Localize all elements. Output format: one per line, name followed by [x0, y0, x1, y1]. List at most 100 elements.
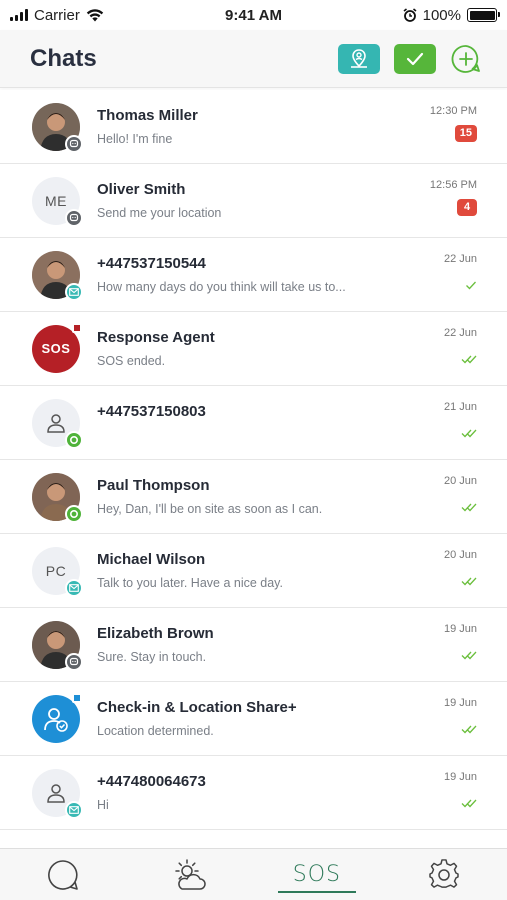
- avatar-wrapper: [32, 692, 82, 743]
- message-time: 19 Jun: [443, 622, 477, 635]
- message-preview: Hi: [97, 797, 109, 812]
- chat-meta: 21 Jun: [397, 399, 477, 447]
- message-preview: Location determined.: [97, 723, 214, 738]
- double-check-icon: [461, 351, 477, 363]
- contact-name: +447537150803: [97, 402, 206, 420]
- avatar-wrapper: [32, 768, 83, 819]
- tab-bar: SOS: [0, 848, 507, 900]
- tab-chats[interactable]: [13, 849, 113, 900]
- gear-icon: [428, 858, 459, 888]
- tab-weather[interactable]: [140, 849, 240, 900]
- message-time: 12:30 PM: [429, 104, 477, 117]
- chat-row[interactable]: SOS Response Agent SOS ended. 22 Jun: [0, 312, 507, 386]
- chat-body: +447537150544 How many days do you think …: [97, 255, 397, 295]
- chat-row[interactable]: +447537150803 21 Jun: [0, 386, 507, 460]
- message-time: 19 Jun: [443, 696, 477, 709]
- battery-percent: 100%: [422, 6, 461, 24]
- contact-name: Paul Thompson: [97, 476, 210, 494]
- tab-sos[interactable]: SOS: [267, 849, 367, 900]
- double-check-icon: [461, 647, 477, 659]
- chat-row[interactable]: Elizabeth Brown Sure. Stay in touch. 19 Ju…: [0, 608, 507, 682]
- chat-row[interactable]: Thomas Miller Hello! I'm fine 12:30 PM 15: [0, 90, 507, 164]
- checkmark-icon: [406, 52, 424, 65]
- avatar-initials-text: PC: [45, 562, 67, 579]
- battery-icon: [467, 8, 500, 22]
- chat-body: Paul Thompson Hey, Dan, I'll be on site a…: [97, 477, 397, 517]
- double-check-icon: [461, 499, 477, 511]
- double-check-icon: [461, 795, 477, 807]
- avatar-initials-text: ME: [45, 192, 67, 209]
- contact-name: Oliver Smith: [97, 180, 186, 198]
- chat-bubble-icon: [48, 859, 79, 890]
- chat-row[interactable]: +447480064673 Hi 19 Jun: [0, 756, 507, 830]
- chat-meta: 12:30 PM 15: [397, 103, 477, 151]
- avatar-wrapper: [32, 102, 83, 153]
- new-chat-button[interactable]: [450, 43, 482, 75]
- avatar-wrapper: PC: [32, 546, 83, 597]
- location-button[interactable]: [338, 43, 380, 74]
- check-in-button[interactable]: [394, 43, 436, 74]
- chat-row[interactable]: ME Oliver Smith Send me your location 12:56…: [0, 164, 507, 238]
- chat-row[interactable]: Paul Thompson Hey, Dan, I'll be on site a…: [0, 460, 507, 534]
- chat-list[interactable]: Thomas Miller Hello! I'm fine 12:30 PM 15 ME…: [0, 90, 507, 848]
- message-preview: Send me your location: [97, 205, 222, 220]
- message-time: 20 Jun: [443, 548, 477, 561]
- sos-tab-label: SOS: [292, 862, 341, 887]
- chat-status-icon: [65, 208, 83, 227]
- double-check-icon: [461, 425, 477, 437]
- chat-body: Check-in & Location Share+ Location deter…: [97, 699, 397, 739]
- chat-meta: 12:56 PM 4: [397, 177, 477, 225]
- avatar-wrapper: [32, 250, 83, 301]
- weather-icon: [175, 858, 206, 890]
- contact-name: Check-in & Location Share+: [97, 698, 297, 716]
- user-check-icon: [44, 707, 68, 732]
- avatar-wrapper: SOS: [32, 322, 82, 373]
- unread-badge: 4: [457, 198, 477, 216]
- unread-badge: 15: [454, 124, 477, 142]
- location-person-icon: [351, 48, 367, 68]
- mail-status-icon: [65, 282, 83, 301]
- contact-name: Thomas Miller: [97, 106, 198, 124]
- avatar-wrapper: [32, 472, 83, 523]
- chat-row[interactable]: Check-in & Location Share+ Location deter…: [0, 682, 507, 756]
- status-right: 100%: [403, 6, 500, 24]
- carrier-label: Carrier: [34, 6, 80, 24]
- alarm-icon: [403, 8, 417, 22]
- chat-meta: 19 Jun: [397, 621, 477, 669]
- chat-body: Oliver Smith Send me your location: [97, 181, 397, 221]
- message-time: 21 Jun: [443, 400, 477, 413]
- contact-name: Michael Wilson: [97, 550, 206, 568]
- contact-name: Response Agent: [97, 328, 215, 346]
- message-preview: Sure. Stay in touch.: [97, 649, 207, 664]
- add-chat-icon: [451, 44, 480, 73]
- mail-status-icon: [65, 578, 83, 597]
- mail-status-icon: [65, 800, 83, 819]
- status-time: 9:41 AM: [225, 6, 282, 24]
- chat-meta: 19 Jun: [397, 769, 477, 817]
- message-preview: SOS ended.: [97, 353, 166, 368]
- chat-status-icon: [65, 652, 83, 671]
- message-time: 22 Jun: [443, 326, 477, 339]
- avatar-wrapper: ME: [32, 176, 83, 227]
- message-time: 19 Jun: [443, 770, 477, 783]
- contact-name: Elizabeth Brown: [97, 624, 214, 642]
- message-preview: Talk to you later. Have a nice day.: [97, 575, 283, 590]
- message-preview: How many days do you think will take us …: [97, 279, 346, 294]
- chat-meta: 19 Jun: [397, 695, 477, 743]
- chat-status-icon: [65, 134, 83, 153]
- chat-meta: 20 Jun: [397, 473, 477, 521]
- signal-icon: [10, 9, 28, 21]
- chat-row[interactable]: PC Michael Wilson Talk to you later. Have …: [0, 534, 507, 608]
- double-check-icon: [461, 721, 477, 733]
- sos-corner-marker: [72, 322, 82, 333]
- chat-row[interactable]: +447537150544 How many days do you think …: [0, 238, 507, 312]
- single-check-icon: [465, 277, 477, 289]
- message-preview: [97, 428, 357, 443]
- page-title: Chats: [30, 44, 97, 72]
- chat-body: +447480064673 Hi: [97, 773, 397, 813]
- double-check-icon: [461, 573, 477, 585]
- chat-body: Michael Wilson Talk to you later. Have a …: [97, 551, 397, 591]
- tab-settings[interactable]: [394, 849, 494, 900]
- message-preview: Hey, Dan, I'll be on site as soon as I c…: [97, 501, 323, 516]
- checkin-corner-marker: [72, 692, 82, 703]
